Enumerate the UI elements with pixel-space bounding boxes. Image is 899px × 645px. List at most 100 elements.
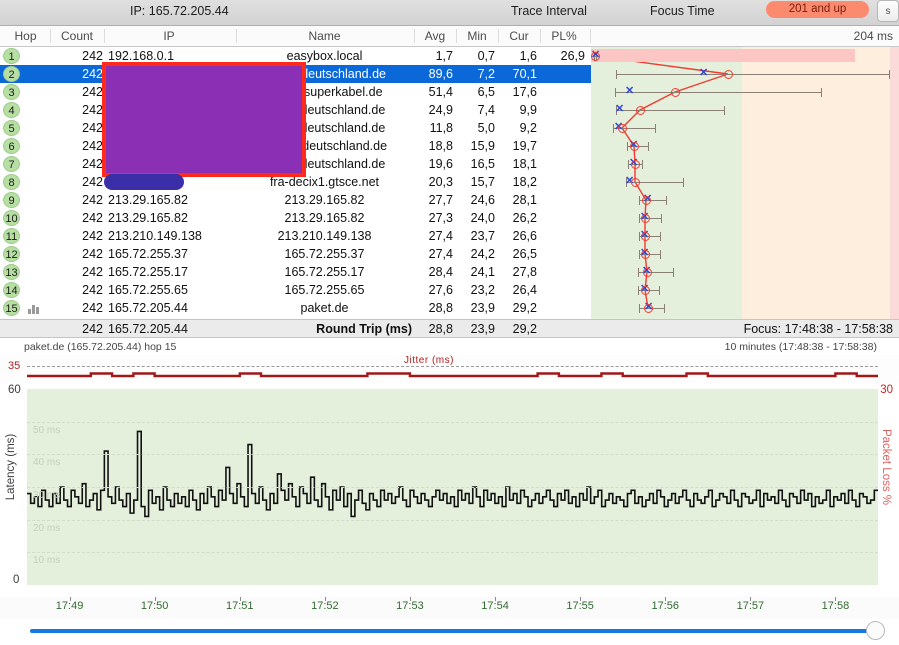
settings-button[interactable]: s — [877, 0, 899, 22]
cell-cur: 18,2 — [512, 175, 537, 189]
hop-number-badge: 11 — [3, 228, 20, 244]
cell-count: 242 — [82, 247, 103, 261]
latency-axis-title: Latency (ms) — [5, 433, 17, 501]
latency-axis-min: 0 — [13, 574, 20, 586]
jitter-series — [27, 372, 878, 378]
cell-ip: 213.29.165.82 — [108, 193, 188, 207]
packet-loss-bar — [591, 49, 855, 62]
redaction-blob — [104, 174, 184, 190]
cell-count: 242 — [82, 229, 103, 243]
column-header-packet-loss[interactable]: PL% — [541, 29, 587, 43]
time-axis-label: 17:56 — [651, 600, 680, 612]
cell-ip: 213.210.149.138 — [108, 229, 202, 243]
cell-min: 7,4 — [477, 103, 495, 117]
cell-ip: 165.72.255.37 — [108, 247, 188, 261]
chart-gridline-label: 50 ms — [33, 424, 61, 436]
chart-gridline-label: 20 ms — [33, 522, 61, 534]
average-latency-marker — [642, 267, 652, 277]
latency-plot-area[interactable]: 50 ms 40 ms 30 ms 20 ms 10 ms — [27, 389, 878, 585]
whisker-cap — [661, 214, 662, 223]
focus-time-label[interactable]: Focus Time — [650, 4, 715, 18]
cell-packet-loss: 26,9 — [560, 49, 585, 63]
whisker-cap — [724, 106, 725, 115]
cell-avg: 27,6 — [428, 283, 453, 297]
cell-min: 0,7 — [477, 49, 495, 63]
average-latency-marker — [629, 141, 639, 151]
cell-name: 165.72.255.65 — [284, 283, 365, 297]
cell-count: 242 — [82, 301, 103, 315]
cell-min: 6,5 — [477, 85, 495, 99]
cell-min: 5,0 — [477, 121, 495, 135]
chart-gridline — [27, 487, 878, 488]
cell-min: 24,0 — [470, 211, 495, 225]
chart-gridline — [27, 519, 878, 521]
average-latency-marker — [640, 285, 650, 295]
cell-avg: 27,4 — [428, 229, 453, 243]
whisker-cap — [627, 142, 628, 151]
cell-avg: 28,4 — [428, 265, 453, 279]
column-header-cur[interactable]: Cur — [499, 29, 539, 43]
column-header-ip[interactable]: IP — [105, 29, 233, 43]
focus-range-label: Focus: 17:48:38 - 17:58:38 — [743, 322, 893, 336]
whisker-cap — [615, 88, 616, 97]
cell-avg: 18,8 — [428, 139, 453, 153]
time-axis-label: 17:54 — [481, 600, 509, 612]
summary-avg: 28,8 — [428, 322, 453, 336]
column-header-min[interactable]: Min — [457, 29, 497, 43]
average-latency-marker — [670, 87, 680, 97]
latency-chart[interactable]: 60 0 Latency (ms) 30 Packet Loss % 50 ms… — [0, 383, 899, 597]
graph-scale-max-label: 204 ms — [853, 29, 893, 43]
jitter-chart[interactable]: 35 Jitter (ms) — [0, 355, 899, 383]
hop-number-badge: 12 — [3, 246, 20, 262]
cell-min: 24,6 — [470, 193, 495, 207]
time-axis-label: 17:51 — [225, 600, 254, 612]
timeline-knob[interactable] — [866, 621, 885, 640]
cell-count: 242 — [82, 283, 103, 297]
cell-min: 15,7 — [470, 175, 495, 189]
cell-ip: 192.168.0.1 — [108, 49, 175, 63]
jitter-chart-header: paket.de (165.72.205.44) hop 15 10 minut… — [0, 339, 899, 355]
cell-name: paket.de — [300, 301, 349, 315]
cell-avg: 27,7 — [428, 193, 453, 207]
column-header-avg[interactable]: Avg — [415, 29, 455, 43]
hop-number-badge: 9 — [3, 192, 20, 208]
cell-cur: 26,4 — [512, 283, 537, 297]
whisker-cap — [638, 286, 639, 295]
cell-avg: 51,4 — [428, 85, 453, 99]
whisker-cap — [660, 232, 661, 241]
bar-chart-icon[interactable] — [28, 303, 40, 314]
whisker-cap — [648, 142, 649, 151]
latency-axis-max: 60 — [8, 384, 21, 396]
column-header-count[interactable]: Count — [51, 29, 103, 43]
average-latency-marker — [635, 105, 645, 115]
table-column-header: Hop Count IP Name Avg Min Cur PL% 204 ms — [0, 26, 899, 47]
latency-range-whisker — [616, 74, 889, 75]
cell-count: 242 — [82, 49, 103, 63]
whisker-cap — [666, 196, 667, 205]
average-latency-marker — [723, 69, 733, 79]
summary-cur: 29,2 — [512, 322, 537, 336]
cell-avg: 11,8 — [429, 121, 453, 135]
cell-ip: 165.72.255.17 — [108, 265, 188, 279]
whisker-cap — [660, 250, 661, 259]
status-badge[interactable]: 201 and up — [766, 1, 869, 18]
redaction-box — [102, 62, 306, 177]
timeline-track[interactable] — [30, 629, 875, 633]
whisker-cap — [642, 160, 643, 169]
time-axis-label: 17:57 — [736, 600, 765, 612]
whisker-cap — [673, 268, 674, 277]
whisker-cap — [659, 286, 660, 295]
column-header-hop[interactable]: Hop — [2, 29, 49, 43]
trace-interval-label[interactable]: Trace Interval — [511, 4, 587, 18]
timeline-scrollbar[interactable] — [0, 619, 899, 645]
whisker-cap — [655, 124, 656, 133]
column-header-name[interactable]: Name — [237, 29, 412, 43]
cell-avg: 24,9 — [428, 103, 453, 117]
top-toolbar: IP: 165.72.205.44 Trace Interval Focus T… — [0, 0, 899, 26]
cell-name: 213.29.165.82 — [284, 193, 365, 207]
cell-cur: 26,6 — [512, 229, 537, 243]
cell-min: 24,2 — [470, 247, 495, 261]
time-axis-label: 17:49 — [55, 600, 84, 612]
column-divider[interactable] — [590, 29, 591, 43]
jitter-ytick: 35 — [8, 360, 21, 372]
